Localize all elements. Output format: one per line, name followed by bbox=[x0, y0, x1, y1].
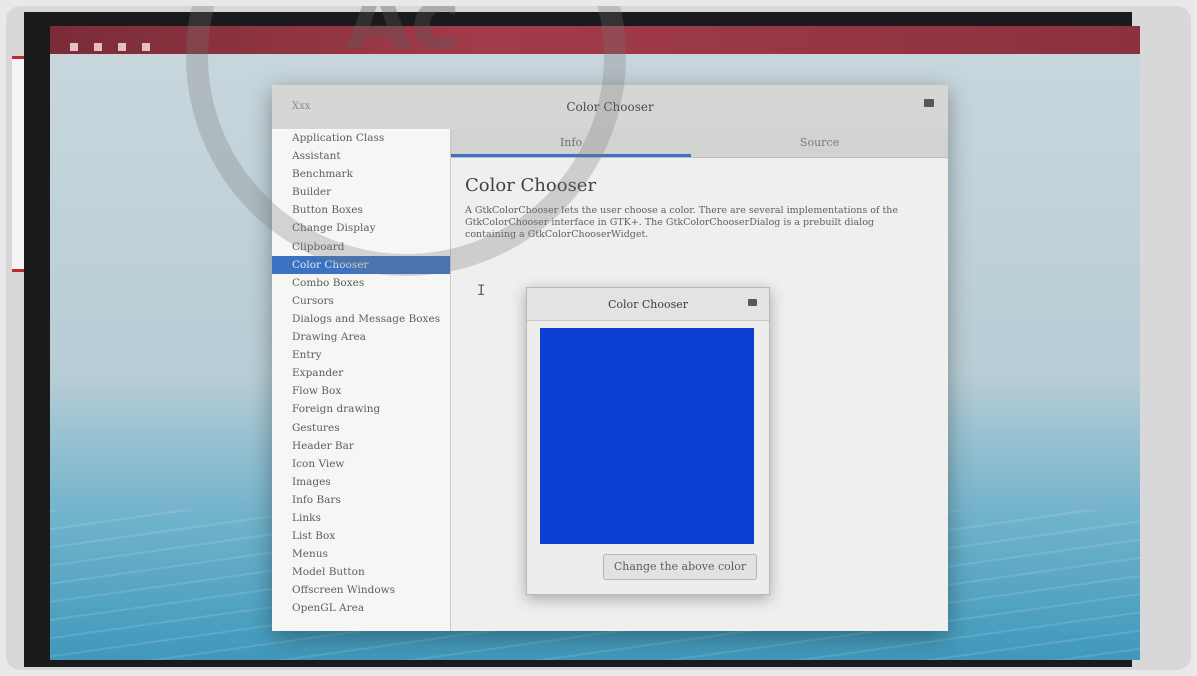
sidebar-item[interactable]: Dialogs and Message Boxes bbox=[272, 310, 450, 328]
panel-icon[interactable] bbox=[70, 43, 78, 51]
sidebar-item[interactable]: Clipboard bbox=[272, 238, 450, 256]
sidebar-item[interactable]: Model Button bbox=[272, 563, 450, 581]
panel-icon[interactable] bbox=[142, 43, 150, 51]
sidebar-item[interactable]: Assistant bbox=[272, 147, 450, 165]
sidebar-item[interactable]: Flow Box bbox=[272, 382, 450, 400]
text-cursor-icon: I bbox=[477, 283, 486, 299]
demo-content: Info Source Color Chooser A GtkColorChoo… bbox=[451, 129, 948, 631]
sidebar-item[interactable]: Drawing Area bbox=[272, 328, 450, 346]
dialog-titlebar: Color Chooser bbox=[527, 288, 769, 321]
sidebar-item[interactable]: Links bbox=[272, 509, 450, 527]
sidebar-item[interactable]: Icon View bbox=[272, 455, 450, 473]
gtk-demo-window: Xxx Color Chooser Application Class Assis… bbox=[272, 85, 948, 631]
sidebar-item[interactable]: Combo Boxes bbox=[272, 274, 450, 292]
sidebar-item[interactable]: Images bbox=[272, 473, 450, 491]
tab-info[interactable]: Info bbox=[451, 129, 691, 157]
sidebar-item[interactable]: Header Bar bbox=[272, 437, 450, 455]
sidebar-item[interactable]: Entry bbox=[272, 346, 450, 364]
sidebar-item[interactable]: Change Display bbox=[272, 219, 450, 237]
desktop-screen: Xxx Color Chooser Application Class Assis… bbox=[50, 26, 1140, 660]
page-title: Color Chooser bbox=[465, 175, 597, 196]
sidebar-item[interactable]: List Box bbox=[272, 527, 450, 545]
dialog-title: Color Chooser bbox=[607, 298, 689, 311]
sidebar-item[interactable]: Benchmark bbox=[272, 165, 450, 183]
panel-icon[interactable] bbox=[94, 43, 102, 51]
window-title: Color Chooser bbox=[566, 100, 654, 114]
sidebar-item[interactable]: Offscreen Windows bbox=[272, 581, 450, 599]
sidebar-item[interactable]: Cursors bbox=[272, 292, 450, 310]
tab-source[interactable]: Source bbox=[691, 129, 948, 157]
sidebar-item[interactable]: Foreign drawing bbox=[272, 400, 450, 418]
photo-frame: Xxx Color Chooser Application Class Assis… bbox=[6, 6, 1191, 670]
tab-bar: Info Source bbox=[451, 129, 948, 158]
change-color-button[interactable]: Change the above color bbox=[603, 554, 757, 580]
panel-icons bbox=[70, 36, 166, 55]
sidebar-item[interactable]: OpenGL Area bbox=[272, 599, 450, 617]
sidebar-item[interactable]: Application Class bbox=[272, 129, 450, 147]
demo-list-sidebar: Application Class Assistant Benchmark Build… bbox=[272, 129, 451, 631]
sidebar-item[interactable]: Info Bars bbox=[272, 491, 450, 509]
window-titlebar: Xxx Color Chooser bbox=[272, 85, 948, 130]
top-panel bbox=[50, 26, 1140, 54]
page-description: A GtkColorChooser lets the user choose a… bbox=[465, 205, 899, 240]
sidebar-item[interactable]: Menus bbox=[272, 545, 450, 563]
dialog-close-icon[interactable] bbox=[748, 299, 757, 306]
sidebar-item[interactable]: Color Chooser bbox=[272, 255, 450, 274]
panel-icon[interactable] bbox=[118, 43, 126, 51]
monitor-bezel: Xxx Color Chooser Application Class Assis… bbox=[24, 12, 1140, 667]
sidebar-item[interactable]: Button Boxes bbox=[272, 201, 450, 219]
close-icon[interactable] bbox=[924, 99, 934, 107]
sidebar-item[interactable]: Expander bbox=[272, 364, 450, 382]
color-swatch[interactable] bbox=[540, 328, 754, 544]
sidebar-item[interactable]: Builder bbox=[272, 183, 450, 201]
sidebar-item[interactable]: Gestures bbox=[272, 419, 450, 437]
color-chooser-dialog: Color Chooser Change the above color bbox=[526, 287, 770, 595]
